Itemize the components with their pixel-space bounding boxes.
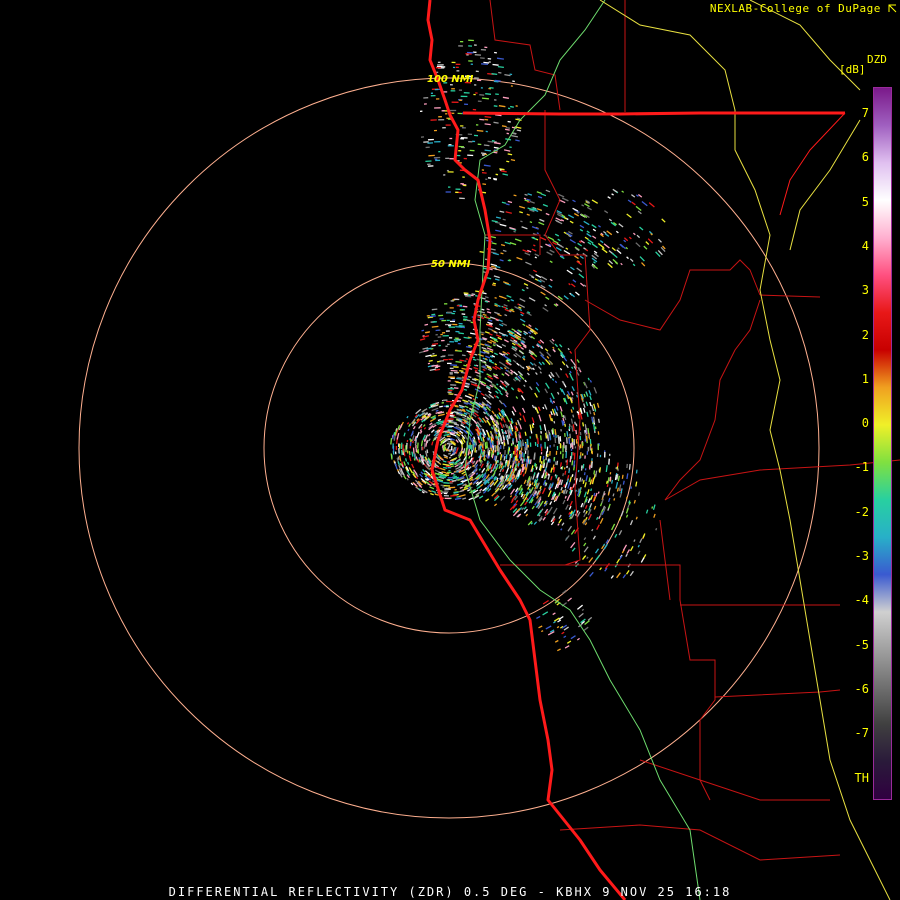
radar-echoes: [390, 39, 666, 652]
colorbar-tick-label: 3: [861, 283, 869, 298]
colorbar-tick-label: -4: [854, 593, 869, 608]
ring-label-50: 50 NMI: [431, 259, 471, 270]
green-highways: [464, 0, 701, 900]
colorbar-tick-label: TH: [854, 770, 869, 785]
colorbar-tick-label: 0: [861, 416, 869, 431]
ring-label-100: 100 NMI: [427, 74, 474, 85]
state-boundaries: [599, 0, 891, 900]
colorbar-tick-label: -5: [854, 637, 869, 652]
product-title: DIFFERENTIAL REFLECTIVITY (ZDR) 0.5 DEG …: [168, 885, 732, 899]
colorbar-tick-label: -2: [854, 504, 869, 519]
colorbar-tick-label: -3: [854, 549, 869, 563]
colorbar-tick-label: 4: [861, 238, 869, 253]
colorbar-tick-label: -1: [854, 460, 869, 475]
colorbar-tick-label: 7: [861, 106, 869, 120]
dupage-logo-icon: [888, 4, 897, 13]
colorbar-tick-label: 1: [861, 371, 869, 386]
colorbar-tick-label: 2: [861, 327, 869, 342]
colorbar-tick-label: -7: [854, 726, 869, 741]
colorbar-tick-label: 5: [861, 194, 869, 209]
radar-map: 100 NMI 50 NMI: [78, 0, 900, 900]
legend-unit: [dB]: [839, 63, 866, 76]
colorbar-tick-label: 6: [861, 150, 869, 165]
legend-product-code: DZD: [867, 53, 887, 66]
coastline: [426, 0, 846, 900]
colorbar: [873, 87, 892, 800]
credit-label: NEXLAB-College of DuPage: [710, 2, 897, 15]
colorbar-tick-label: -6: [854, 681, 869, 696]
